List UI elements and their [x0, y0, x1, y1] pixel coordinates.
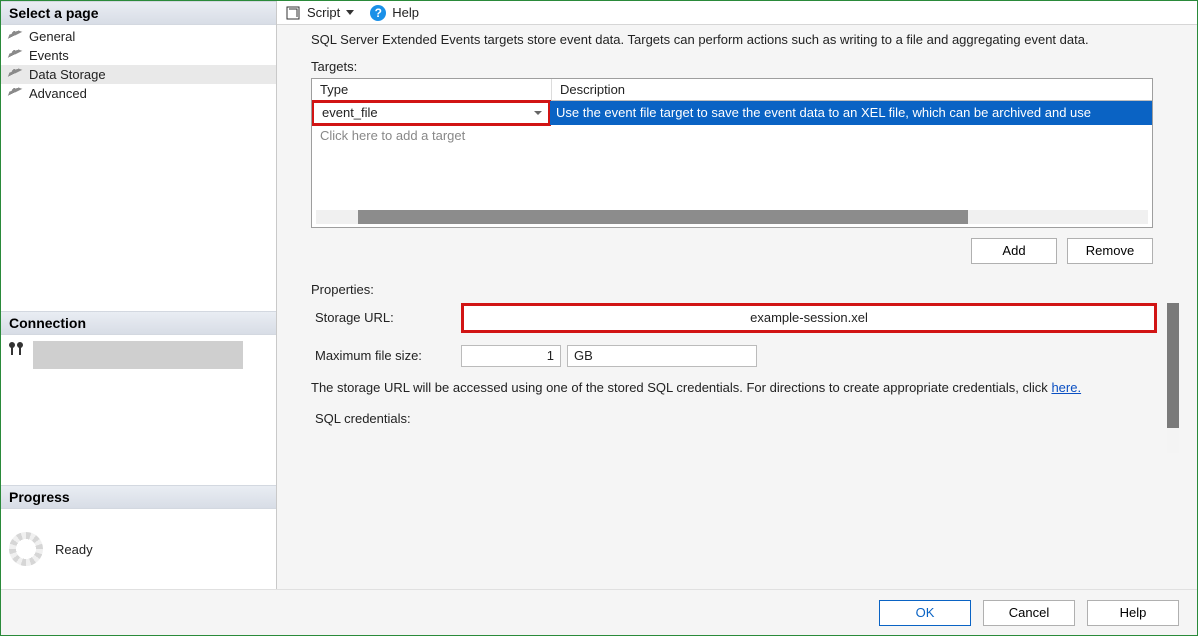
max-file-size-unit-value: GB	[574, 348, 593, 363]
page-description: SQL Server Extended Events targets store…	[311, 31, 1179, 49]
dialog-footer: OK Cancel Help	[1, 589, 1197, 635]
wrench-icon	[7, 66, 25, 84]
target-type-value: event_file	[322, 105, 378, 120]
select-a-page-header: Select a page	[1, 1, 276, 25]
storage-url-value: example-session.xel	[750, 310, 868, 325]
main-panel: Script ? Help SQL Server Extended Events…	[277, 1, 1197, 589]
target-description-cell: Use the event file target to save the ev…	[550, 101, 1152, 125]
sql-credentials-row: SQL credentials:	[311, 411, 1159, 426]
sidebar-item-advanced[interactable]: Advanced	[1, 84, 276, 103]
sidebar-spacer	[1, 105, 276, 311]
connection-panel	[1, 335, 276, 485]
storage-url-input[interactable]: example-session.xel	[461, 303, 1157, 333]
session-properties-dialog: Select a page General Events Data Storag…	[0, 0, 1198, 636]
col-header-description[interactable]: Description	[552, 79, 1152, 100]
col-header-type[interactable]: Type	[312, 79, 552, 100]
properties-panel: Storage URL: example-session.xel Maximum…	[311, 303, 1179, 426]
targets-grid[interactable]: Type Description event_file Use the even…	[311, 78, 1153, 228]
page-list: General Events Data Storage Advanced	[1, 25, 276, 105]
ok-button[interactable]: OK	[879, 600, 971, 626]
wrench-icon	[7, 47, 25, 65]
toolbar-help-button[interactable]: Help	[392, 5, 419, 20]
toolbar: Script ? Help	[277, 1, 1197, 25]
content-area: SQL Server Extended Events targets store…	[277, 25, 1197, 589]
sidebar-item-general[interactable]: General	[1, 27, 276, 46]
wrench-icon	[7, 85, 25, 103]
chevron-down-icon[interactable]	[346, 10, 354, 15]
targets-grid-header: Type Description	[312, 79, 1152, 101]
target-actions: Add Remove	[311, 238, 1153, 264]
sidebar-item-label: Events	[29, 48, 69, 63]
properties-label: Properties:	[311, 282, 1179, 297]
chevron-down-icon[interactable]	[534, 111, 542, 115]
sidebar-item-label: General	[29, 29, 75, 44]
targets-label: Targets:	[311, 59, 1179, 74]
progress-ring-icon	[9, 532, 43, 566]
script-icon	[285, 5, 301, 21]
wrench-icon	[7, 28, 25, 46]
scrollbar-thumb[interactable]	[1167, 303, 1179, 428]
connection-icon	[9, 341, 25, 357]
max-file-size-input[interactable]: 1	[461, 345, 561, 367]
remove-button[interactable]: Remove	[1067, 238, 1153, 264]
sidebar: Select a page General Events Data Storag…	[1, 1, 277, 589]
connection-header: Connection	[1, 311, 276, 335]
scrollbar-thumb[interactable]	[358, 210, 968, 224]
help-button[interactable]: Help	[1087, 600, 1179, 626]
max-file-size-value: 1	[547, 348, 554, 363]
progress-header: Progress	[1, 485, 276, 509]
vertical-scrollbar[interactable]	[1167, 303, 1179, 453]
storage-url-label: Storage URL:	[311, 310, 461, 325]
sidebar-item-label: Advanced	[29, 86, 87, 101]
progress-panel: Ready	[1, 509, 276, 589]
progress-status: Ready	[55, 542, 93, 557]
cancel-button[interactable]: Cancel	[983, 600, 1075, 626]
add-target-placeholder[interactable]: Click here to add a target	[312, 125, 1152, 146]
toolbar-script-button[interactable]: Script	[307, 5, 340, 20]
connection-string-redacted	[33, 341, 243, 369]
credentials-help-link[interactable]: here.	[1051, 380, 1081, 395]
table-row[interactable]: event_file Use the event file target to …	[312, 101, 1152, 125]
sidebar-item-label: Data Storage	[29, 67, 106, 82]
dialog-body: Select a page General Events Data Storag…	[1, 1, 1197, 589]
add-button[interactable]: Add	[971, 238, 1057, 264]
storage-url-row: Storage URL: example-session.xel	[311, 303, 1159, 333]
help-icon: ?	[370, 5, 386, 21]
sidebar-item-events[interactable]: Events	[1, 46, 276, 65]
credentials-help-text: The storage URL will be accessed using o…	[311, 379, 1159, 397]
max-file-size-label: Maximum file size:	[311, 348, 461, 363]
sidebar-item-data-storage[interactable]: Data Storage	[1, 65, 276, 84]
horizontal-scrollbar[interactable]	[316, 210, 1148, 224]
max-file-size-unit-dropdown[interactable]: GB	[567, 345, 757, 367]
target-type-dropdown[interactable]: event_file	[311, 100, 551, 126]
max-file-size-row: Maximum file size: 1 GB	[311, 345, 1159, 367]
help-text-prefix: The storage URL will be accessed using o…	[311, 380, 1048, 395]
sql-credentials-label: SQL credentials:	[311, 411, 461, 426]
